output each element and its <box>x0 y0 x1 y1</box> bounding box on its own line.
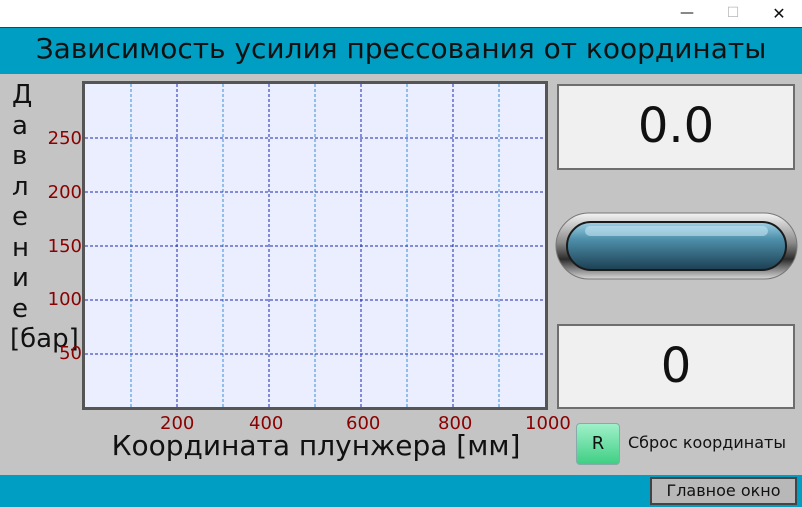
minimize-icon[interactable]: — <box>664 0 710 27</box>
maximize-icon[interactable]: ☐ <box>710 0 756 27</box>
window-titlebar: — ☐ ✕ <box>0 0 802 27</box>
y-axis-label-letter: Д <box>12 80 33 110</box>
x-axis-label: Координата плунжера [мм] <box>111 429 521 462</box>
close-icon[interactable]: ✕ <box>756 0 802 27</box>
y-axis-label-letter: е <box>12 202 28 232</box>
status-indicator-lamp <box>555 212 798 280</box>
y-tick-label: 50 <box>59 343 82 364</box>
y-tick-label: 100 <box>47 289 82 310</box>
coordinate-display: 0 <box>557 324 795 409</box>
main-window-button[interactable]: Главное окно <box>650 477 797 505</box>
y-tick-label: 250 <box>47 128 82 149</box>
y-tick-label: 150 <box>47 236 82 257</box>
y-axis-label: Д а в л е н и е [бар] <box>10 80 82 355</box>
header-bar: Зависимость усилия прессования от коорди… <box>0 27 802 74</box>
page-title: Зависимость усилия прессования от коорди… <box>35 32 767 65</box>
pressure-chart <box>82 81 548 410</box>
reset-coordinate-label: Сброс координаты <box>628 433 786 452</box>
reset-coordinate-button[interactable]: R <box>576 423 620 465</box>
y-tick-label: 200 <box>47 182 82 203</box>
pressure-display: 0.0 <box>557 84 795 170</box>
